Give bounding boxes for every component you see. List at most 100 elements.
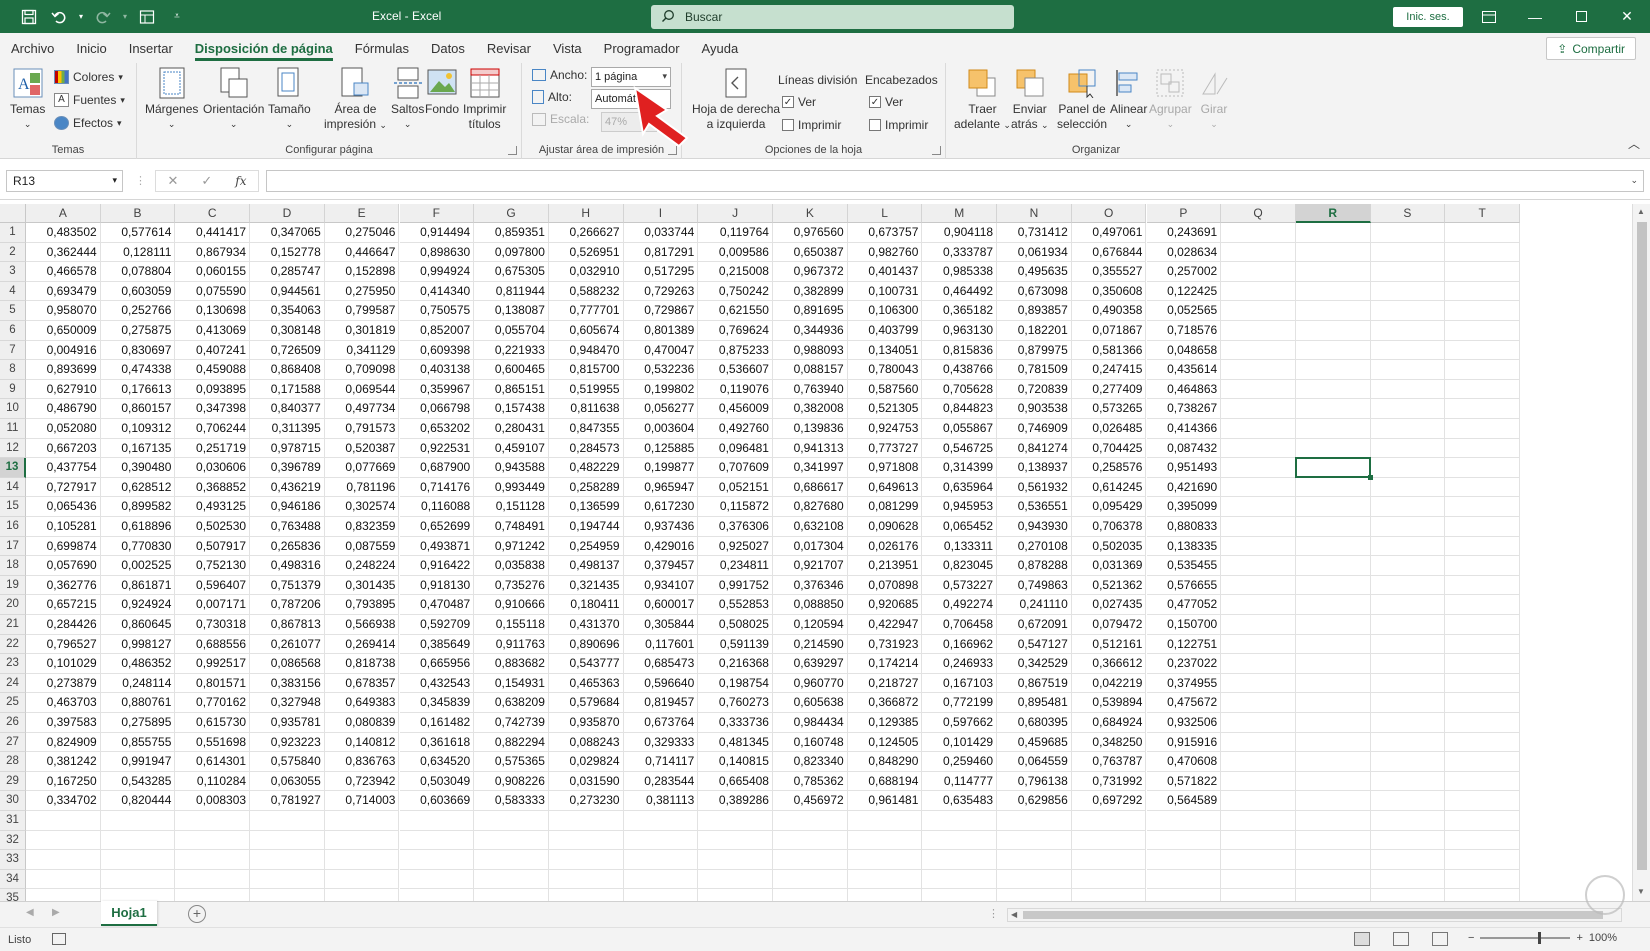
row-header[interactable]: 22: [0, 634, 26, 655]
table-cell[interactable]: 0,086568: [250, 654, 325, 674]
table-cell[interactable]: 0,867934: [175, 242, 251, 263]
row-header[interactable]: 32: [0, 830, 26, 851]
dialog-launcher-icon[interactable]: [508, 146, 517, 155]
table-cell[interactable]: [1146, 830, 1222, 851]
table-cell[interactable]: 0,215008: [698, 262, 773, 282]
table-cell[interactable]: 0,376306: [698, 517, 773, 537]
table-cell[interactable]: 0,638209: [474, 693, 549, 713]
table-cell[interactable]: 0,731992: [1071, 771, 1147, 792]
table-cell[interactable]: [1370, 634, 1446, 655]
table-cell[interactable]: 0,914494: [399, 223, 475, 243]
table-cell[interactable]: [1071, 830, 1147, 851]
row-header[interactable]: 31: [0, 811, 26, 831]
prev-sheet-icon[interactable]: ◀: [26, 907, 34, 918]
table-cell[interactable]: 0,470608: [1146, 752, 1222, 772]
table-cell[interactable]: 0,464863: [1146, 379, 1222, 400]
close-icon[interactable]: ✕: [1604, 0, 1650, 33]
table-cell[interactable]: 0,923223: [250, 732, 325, 753]
table-cell[interactable]: 0,649383: [324, 693, 400, 713]
table-cell[interactable]: [324, 869, 400, 890]
table-cell[interactable]: 0,693479: [26, 281, 101, 302]
table-cell[interactable]: [698, 811, 773, 831]
table-cell[interactable]: 0,095429: [1071, 497, 1147, 517]
table-cell[interactable]: 0,493125: [175, 497, 251, 517]
saltos-button[interactable]: Saltos ⌄: [391, 67, 424, 132]
table-cell[interactable]: [175, 869, 251, 890]
table-cell[interactable]: 0,456009: [698, 399, 773, 419]
table-cell[interactable]: 0,167250: [26, 771, 101, 792]
table-cell[interactable]: 0,832359: [324, 517, 400, 537]
table-cell[interactable]: 0,657215: [26, 595, 101, 615]
table-cell[interactable]: [1071, 869, 1147, 890]
table-cell[interactable]: 0,379457: [623, 556, 699, 576]
table-cell[interactable]: 0,893857: [997, 301, 1072, 321]
row-header[interactable]: 18: [0, 556, 26, 576]
lineas-ver-row[interactable]: ✓ Ver: [782, 95, 816, 109]
table-cell[interactable]: 0,519955: [548, 379, 624, 400]
table-cell[interactable]: [1221, 830, 1296, 851]
table-cell[interactable]: [623, 811, 699, 831]
table-cell[interactable]: [1295, 713, 1371, 733]
table-cell[interactable]: [847, 830, 923, 851]
table-cell[interactable]: 0,971808: [847, 458, 923, 478]
table-cell[interactable]: 0,867813: [250, 615, 325, 635]
table-cell[interactable]: 0,355527: [1071, 262, 1147, 282]
table-cell[interactable]: [773, 869, 848, 890]
table-cell[interactable]: 0,329333: [623, 732, 699, 753]
table-cell[interactable]: 0,508025: [698, 615, 773, 635]
table-cell[interactable]: [1221, 360, 1296, 380]
table-cell[interactable]: 0,087559: [324, 536, 400, 557]
table-cell[interactable]: [548, 830, 624, 851]
table-cell[interactable]: [1445, 517, 1520, 537]
table-cell[interactable]: 0,218727: [847, 673, 923, 694]
table-cell[interactable]: [1445, 242, 1520, 263]
table-cell[interactable]: 0,088157: [773, 360, 848, 380]
table-cell[interactable]: 0,840377: [250, 399, 325, 419]
table-cell[interactable]: 0,861871: [100, 575, 176, 596]
table-cell[interactable]: [1146, 811, 1222, 831]
table-cell[interactable]: 0,773727: [847, 438, 923, 459]
scroll-down-icon[interactable]: ▼: [1637, 887, 1645, 896]
table-cell[interactable]: [1295, 242, 1371, 263]
table-cell[interactable]: 0,573227: [922, 575, 998, 596]
table-cell[interactable]: 0,925027: [698, 536, 773, 557]
undo-dropdown-icon[interactable]: ▾: [76, 5, 86, 29]
table-cell[interactable]: [623, 850, 699, 870]
table-cell[interactable]: 0,334702: [26, 791, 101, 811]
table-cell[interactable]: [250, 889, 325, 901]
column-header[interactable]: J: [698, 204, 773, 223]
row-header[interactable]: 4: [0, 281, 26, 302]
table-cell[interactable]: 0,685473: [623, 654, 699, 674]
table-cell[interactable]: 0,781509: [997, 360, 1072, 380]
table-cell[interactable]: 0,920685: [847, 595, 923, 615]
table-cell[interactable]: 0,100731: [847, 281, 923, 302]
table-cell[interactable]: 0,150700: [1146, 615, 1222, 635]
table-cell[interactable]: 0,109312: [100, 419, 176, 439]
table-cell[interactable]: [1221, 850, 1296, 870]
table-cell[interactable]: 0,684924: [1071, 713, 1147, 733]
row-header[interactable]: 2: [0, 242, 26, 263]
table-cell[interactable]: 0,129385: [847, 713, 923, 733]
table-cell[interactable]: 0,032910: [548, 262, 624, 282]
table-cell[interactable]: 0,699874: [26, 536, 101, 557]
table-cell[interactable]: 0,502530: [175, 517, 251, 537]
table-cell[interactable]: 0,903538: [997, 399, 1072, 419]
table-cell[interactable]: [175, 811, 251, 831]
table-cell[interactable]: 0,718576: [1146, 321, 1222, 341]
column-header[interactable]: C: [175, 204, 251, 223]
table-cell[interactable]: 0,918130: [399, 575, 475, 596]
table-cell[interactable]: [1445, 732, 1520, 753]
table-cell[interactable]: 0,785362: [773, 771, 848, 792]
table-cell[interactable]: 0,576655: [1146, 575, 1222, 596]
table-cell[interactable]: 0,820444: [100, 791, 176, 811]
column-header[interactable]: P: [1146, 204, 1222, 223]
table-cell[interactable]: [1295, 791, 1371, 811]
table-cell[interactable]: 0,596407: [175, 575, 251, 596]
table-cell[interactable]: 0,273230: [548, 791, 624, 811]
table-cell[interactable]: 0,943588: [474, 458, 549, 478]
table-cell[interactable]: 0,924924: [100, 595, 176, 615]
table-cell[interactable]: [1370, 340, 1446, 361]
table-cell[interactable]: 0,890696: [548, 634, 624, 655]
row-header[interactable]: 13: [0, 458, 26, 478]
column-header[interactable]: O: [1071, 204, 1147, 223]
